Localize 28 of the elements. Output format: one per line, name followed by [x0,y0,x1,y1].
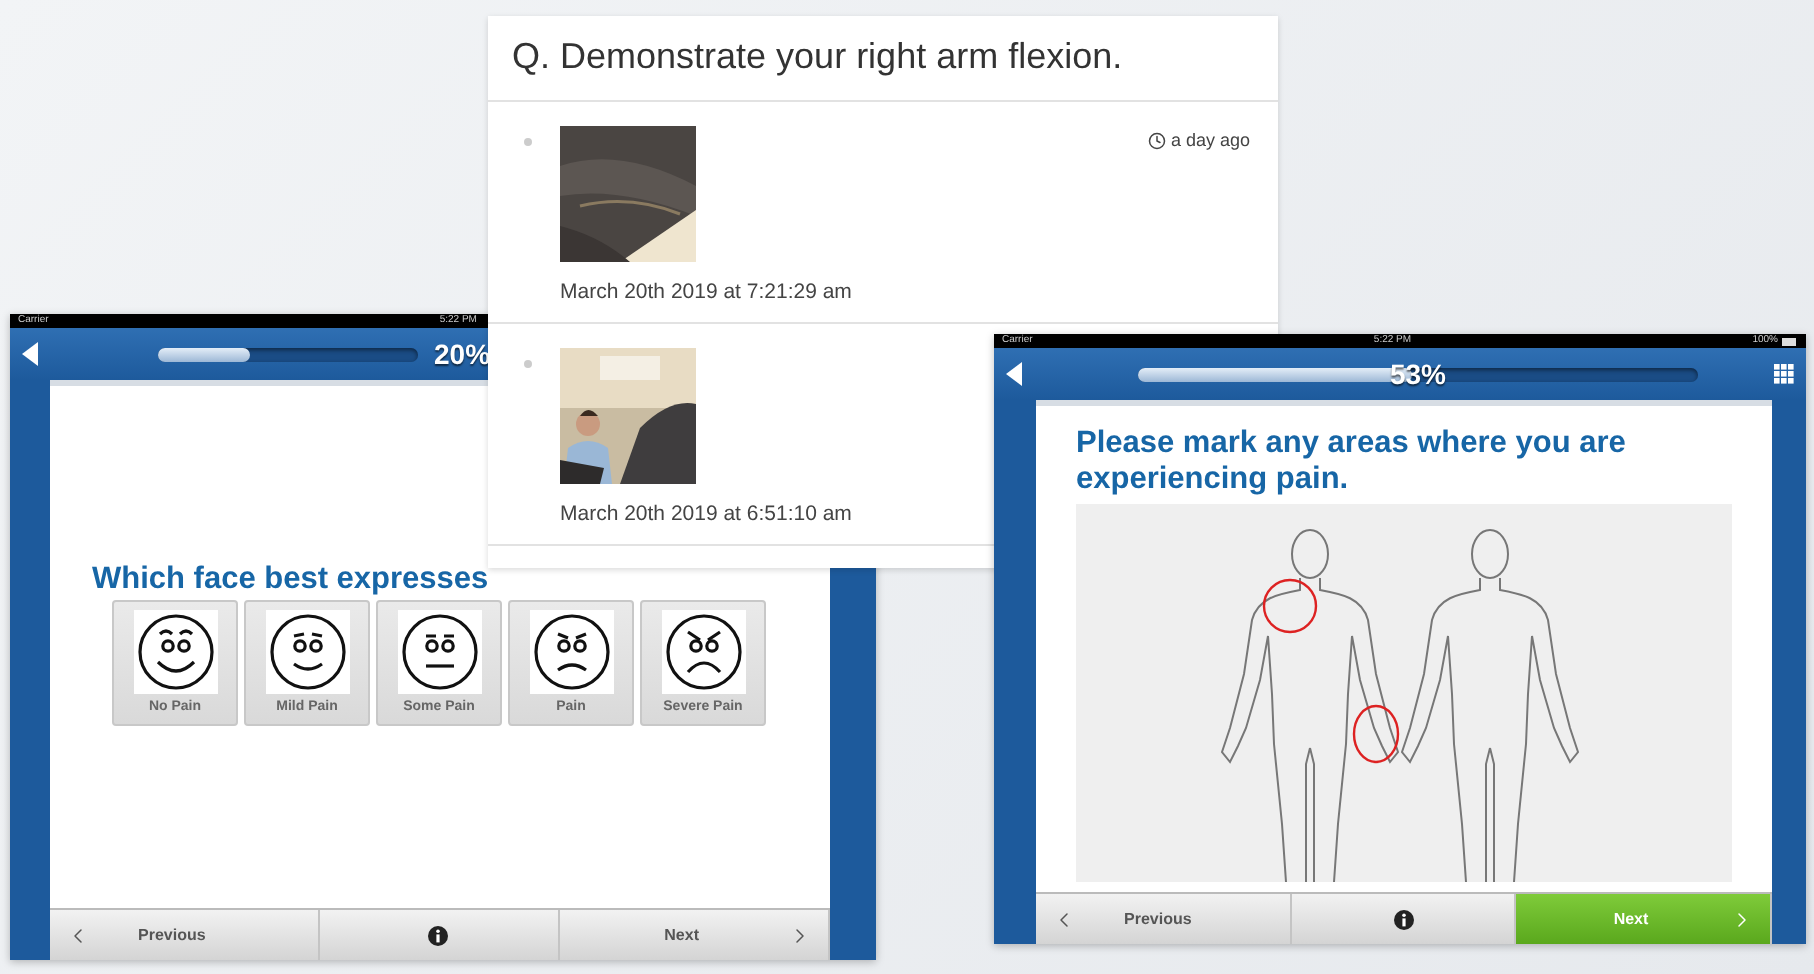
grimacing-face-icon [661,610,745,694]
info-icon[interactable] [428,925,449,945]
question-text: Please mark any areas where you are experiencing pain. [1076,426,1628,498]
back-icon[interactable] [1006,362,1022,386]
previous-button[interactable]: Previous [1036,894,1292,944]
back-icon[interactable] [22,342,38,366]
smiling-face-icon [265,610,349,694]
next-button[interactable]: Next [1516,894,1772,944]
body-outline-drawing[interactable] [1221,529,1579,882]
card-title: Q. Demonstrate your right arm flexion. [488,16,1278,102]
timestamp: March 20th 2019 at 7:21:29 am [560,280,854,304]
bullet-dot [524,360,532,368]
time-ago: a day ago [1170,130,1250,150]
frowning-face-icon [529,610,613,694]
previous-button[interactable]: Previous [50,910,321,960]
question-text: Which face best expresses [92,562,491,598]
neutral-face-icon [397,610,481,694]
bullet-dot [524,138,532,146]
big-smile-face-icon [133,610,217,694]
clock-icon [1148,131,1167,149]
pain-mark[interactable] [1262,578,1318,634]
progress-percent: 20% [434,338,491,370]
grid-icon[interactable] [1774,364,1794,384]
pain-mark[interactable] [1352,704,1400,764]
timestamp: March 20th 2019 at 6:51:10 am [560,502,854,526]
next-button[interactable]: Next [559,910,830,960]
info-icon[interactable] [1393,909,1413,929]
battery-icon [1781,337,1798,345]
